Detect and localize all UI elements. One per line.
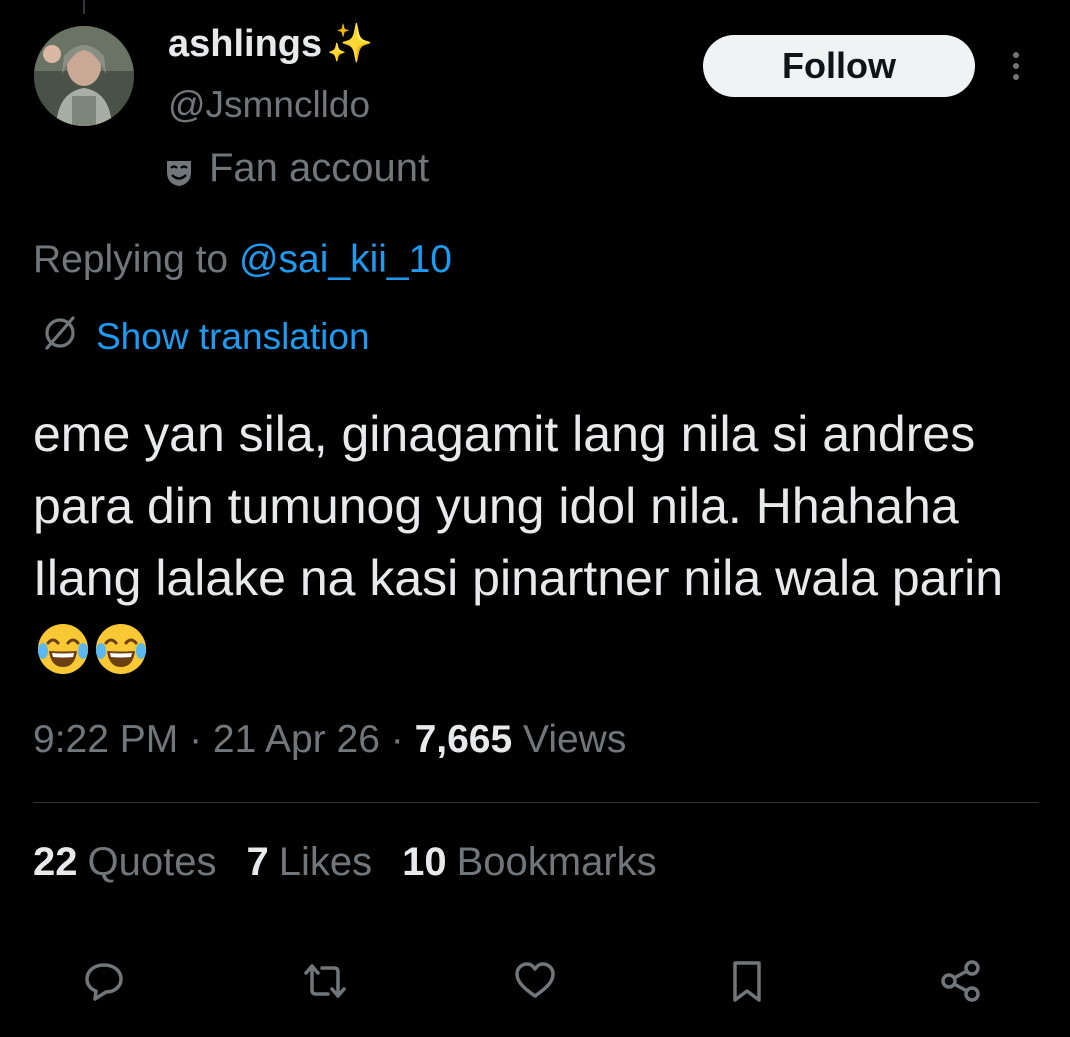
more-options-icon[interactable] [1005, 46, 1027, 86]
thread-connector-line [83, 0, 85, 14]
author-name-text: ashlings [168, 23, 323, 65]
translate-globe-icon [40, 312, 80, 361]
meta-separator: · [379, 718, 415, 761]
engagement-stats: 22 Quotes 7 Likes 10 Bookmarks [33, 840, 657, 885]
likes-stat[interactable]: 7 Likes [246, 840, 372, 885]
reply-mention-link[interactable]: @sai_kii_10 [239, 238, 452, 281]
bookmarks-label: Bookmarks [456, 840, 657, 884]
bookmark-icon[interactable] [724, 958, 770, 1004]
like-icon[interactable] [512, 958, 558, 1004]
avatar-photo [34, 26, 134, 126]
show-translation[interactable]: Show translation [40, 312, 370, 361]
replying-to: Replying to @sai_kii_10 [33, 238, 452, 282]
tweet-time[interactable]: 9:22 PM [33, 718, 178, 761]
face-with-tears-of-joy-icon [35, 621, 91, 677]
tweet-body: eme yan sila, ginagamit lang nila si and… [33, 398, 1043, 686]
bookmarks-stat[interactable]: 10 Bookmarks [402, 840, 657, 885]
bookmarks-count: 10 [402, 840, 447, 884]
author-display-name[interactable]: ashlings ✨ [168, 22, 373, 66]
sparkles-emoji: ✨ [326, 23, 374, 65]
author-handle[interactable]: @Jsmnclldo [168, 84, 370, 126]
quotes-stat[interactable]: 22 Quotes [33, 840, 216, 885]
tweet-text: eme yan sila, ginagamit lang nila si and… [33, 406, 1004, 606]
account-label: Fan account [163, 146, 429, 191]
show-translation-link[interactable]: Show translation [96, 316, 370, 358]
tweet-meta: 9:22 PM · 21 Apr 26 · 7,665 Views [33, 718, 626, 762]
divider [33, 802, 1039, 803]
views-count: 7,665 [414, 718, 513, 761]
share-icon[interactable] [938, 958, 984, 1004]
action-bar [0, 950, 1070, 1020]
theater-mask-icon [163, 153, 195, 186]
retweet-icon[interactable] [302, 958, 348, 1004]
quotes-count: 22 [33, 840, 78, 884]
account-label-text: Fan account [209, 146, 430, 190]
likes-count: 7 [246, 840, 269, 884]
tweet-date[interactable]: 21 Apr 26 [213, 718, 380, 761]
meta-separator: · [178, 718, 213, 761]
likes-label: Likes [278, 840, 373, 884]
face-with-tears-of-joy-icon [93, 621, 149, 677]
tweet-detail: ashlings ✨ @Jsmnclldo Fan account Follow … [0, 0, 1070, 1037]
reply-icon[interactable] [81, 958, 127, 1004]
follow-button[interactable]: Follow [703, 35, 975, 97]
views-label: Views [512, 718, 627, 761]
replying-to-prefix: Replying to [33, 238, 239, 281]
quotes-label: Quotes [87, 840, 217, 884]
avatar[interactable] [34, 26, 134, 126]
